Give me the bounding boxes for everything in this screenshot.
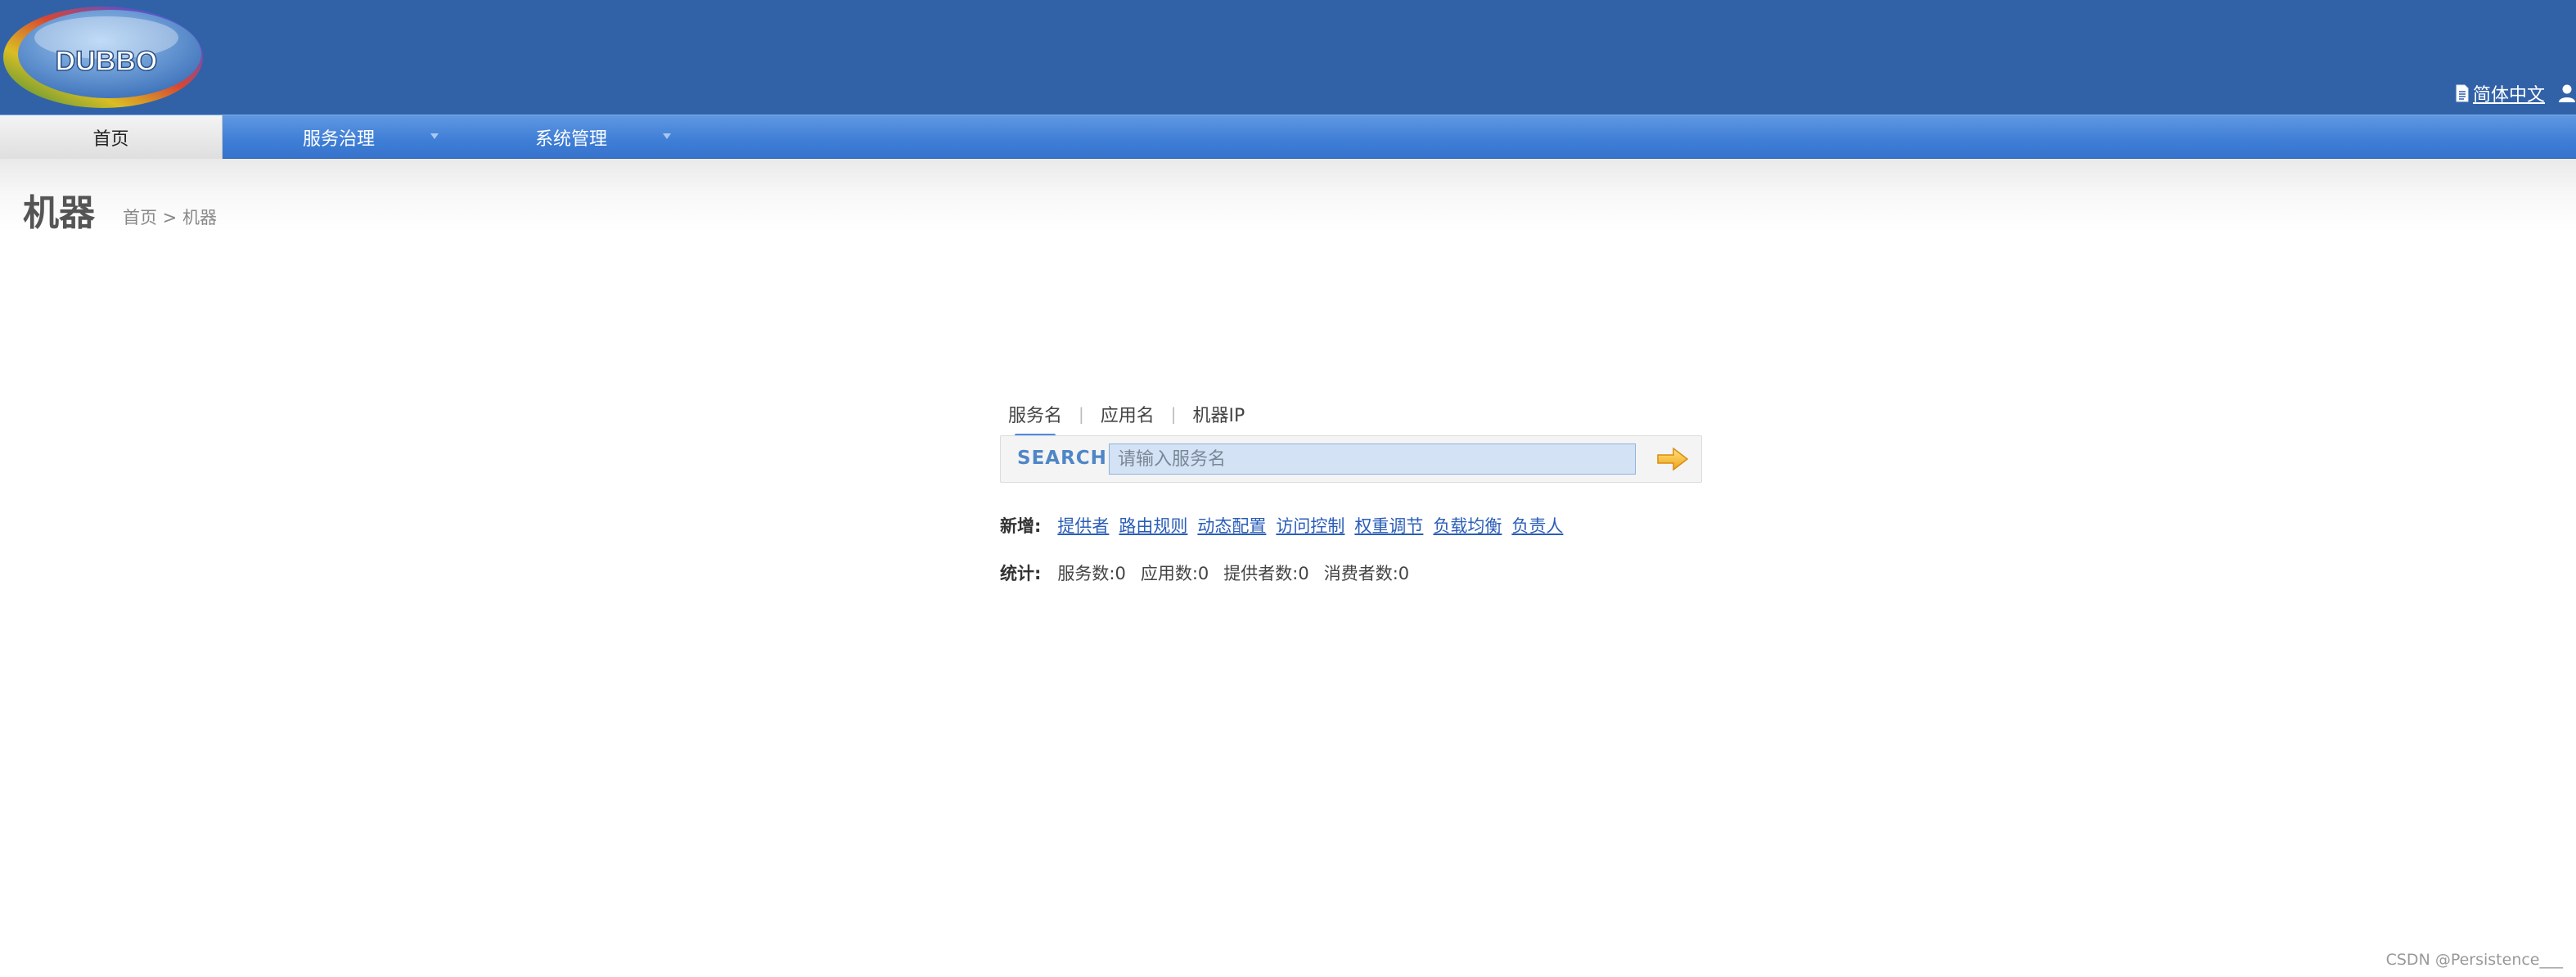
stat-provider-count: 提供者数:0 [1223,564,1309,583]
tab-machine-ip[interactable]: 机器IP [1193,401,1245,427]
add-weight-adjust-link[interactable]: 权重调节 [1354,513,1423,538]
stat-consumer-count: 消费者数:0 [1323,564,1410,583]
nav-home[interactable]: 首页 [0,115,223,160]
stat-application-count: 应用数:0 [1140,564,1209,583]
nav-home-label[interactable]: 首页 [92,124,128,151]
stats-label: 统计: [1000,564,1042,583]
breadcrumb: 首页 > 机器 [123,208,217,227]
language-label[interactable]: 简体中文 [2473,80,2545,106]
add-load-balance-link[interactable]: 负载均衡 [1433,513,1502,538]
nav-system-management-label[interactable]: 系统管理 [535,124,607,151]
add-label: 新增: [1000,516,1042,536]
language-link[interactable]: 简体中文 [2455,80,2545,106]
tab-service-name[interactable]: 服务名 [1008,401,1062,437]
caret-down-icon[interactable] [663,133,671,139]
tab-separator: | [1079,404,1084,424]
tab-separator: | [1170,404,1177,424]
logo-text: DUBBO [56,46,158,77]
page-title: 机器 [23,192,95,234]
search-label: SEARCH [1017,448,1107,469]
nav-service-governance[interactable]: 服务治理 [223,115,455,160]
search-tabs: 服务名 | 应用名 | 机器IP [1008,398,1245,437]
watermark: CSDN @Persistence___ [2385,951,2563,969]
tab-application-name[interactable]: 应用名 [1101,401,1155,427]
user-icon[interactable] [2558,83,2576,103]
add-access-control-link[interactable]: 访问控制 [1276,513,1344,538]
stats-row: 统计: 服务数:0 应用数:0 提供者数:0 消费者数:0 [1000,560,1424,586]
header-actions: 简体中文 [2455,79,2576,108]
document-icon [2456,84,2469,102]
nav-service-governance-label[interactable]: 服务治理 [303,124,375,151]
add-row: 新增: 提供者 路由规则 动态配置 访问控制 权重调节 负载均衡 负责人 [1000,512,1573,538]
stat-service-count: 服务数:0 [1057,564,1126,583]
top-header: DUBBO 简体中文 [0,0,2576,115]
add-provider-link[interactable]: 提供者 [1057,513,1109,538]
main-nav: 首页 服务治理 系统管理 [0,115,2576,160]
title-band [0,159,2576,232]
search-input[interactable] [1109,443,1636,475]
caret-down-icon[interactable] [430,133,439,139]
search-box: SEARCH [1000,435,1702,483]
nav-system-management[interactable]: 系统管理 [455,115,687,160]
add-dynamic-config-link[interactable]: 动态配置 [1197,513,1266,538]
arrow-right-icon[interactable] [1655,446,1690,472]
dubbo-logo[interactable]: DUBBO [0,2,209,111]
add-owner-link[interactable]: 负责人 [1511,513,1563,538]
add-route-rule-link[interactable]: 路由规则 [1119,513,1187,538]
